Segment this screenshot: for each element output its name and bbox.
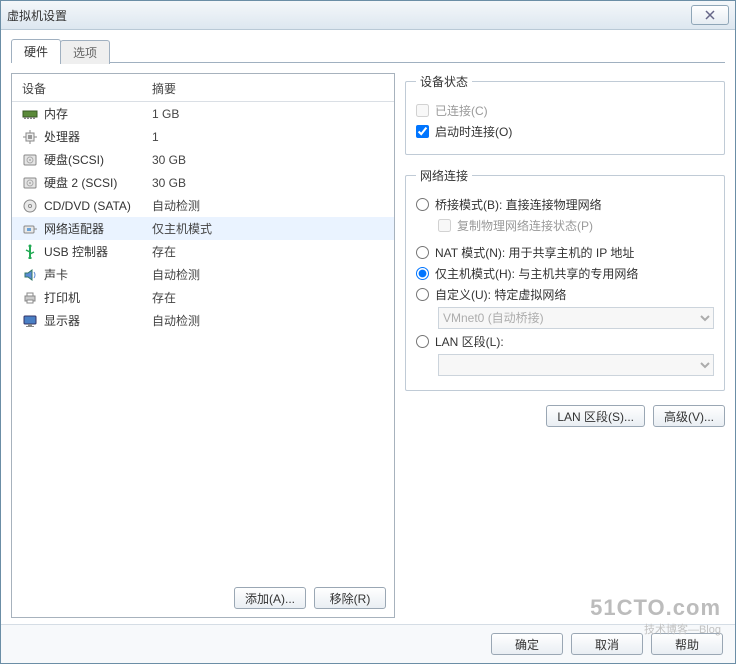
window-title: 虚拟机设置 bbox=[7, 7, 67, 24]
hardware-summary: 自动检测 bbox=[152, 312, 200, 329]
hardware-summary: 自动检测 bbox=[152, 266, 200, 283]
help-button[interactable]: 帮助 bbox=[651, 633, 723, 655]
col-summary: 摘要 bbox=[152, 80, 176, 97]
lan-segment-select bbox=[438, 354, 714, 376]
connect-at-power-on-label: 启动时连接(O) bbox=[435, 123, 512, 140]
lan-segment-label: LAN 区段(L): bbox=[435, 333, 504, 350]
hardware-name: 处理器 bbox=[44, 128, 152, 145]
sound-icon bbox=[22, 267, 38, 283]
printer-icon bbox=[22, 290, 38, 306]
hardware-row-usb[interactable]: USB 控制器存在 bbox=[12, 240, 394, 263]
hardware-name: 显示器 bbox=[44, 312, 152, 329]
cpu-icon bbox=[22, 129, 38, 145]
lan-segments-button[interactable]: LAN 区段(S)... bbox=[546, 405, 645, 427]
hardware-panel: 设备 摘要 内存1 GB处理器1硬盘(SCSI)30 GB硬盘 2 (SCSI)… bbox=[11, 73, 395, 618]
advanced-button[interactable]: 高级(V)... bbox=[653, 405, 725, 427]
close-button[interactable] bbox=[691, 5, 729, 25]
hardware-name: CD/DVD (SATA) bbox=[44, 199, 152, 213]
device-state-legend: 设备状态 bbox=[416, 73, 472, 90]
custom-label: 自定义(U): 特定虚拟网络 bbox=[435, 286, 566, 303]
cd-icon bbox=[22, 198, 38, 214]
hardware-list[interactable]: 内存1 GB处理器1硬盘(SCSI)30 GB硬盘 2 (SCSI)30 GBC… bbox=[12, 102, 394, 579]
ok-button[interactable]: 确定 bbox=[491, 633, 563, 655]
hardware-row-sound[interactable]: 声卡自动检测 bbox=[12, 263, 394, 286]
bridged-label: 桥接模式(B): 直接连接物理网络 bbox=[435, 196, 602, 213]
close-icon bbox=[704, 10, 716, 20]
hardware-name: 打印机 bbox=[44, 289, 152, 306]
custom-radio[interactable] bbox=[416, 288, 429, 301]
hardware-name: USB 控制器 bbox=[44, 243, 152, 260]
device-state-group: 设备状态 已连接(C) 启动时连接(O) bbox=[405, 73, 725, 155]
hardware-summary: 仅主机模式 bbox=[152, 220, 212, 237]
cancel-button[interactable]: 取消 bbox=[571, 633, 643, 655]
replicate-label: 复制物理网络连接状态(P) bbox=[457, 217, 593, 234]
vmnet-select: VMnet0 (自动桥接) bbox=[438, 307, 714, 329]
hardware-name: 硬盘 2 (SCSI) bbox=[44, 174, 152, 191]
net-icon bbox=[22, 221, 38, 237]
hardware-name: 硬盘(SCSI) bbox=[44, 151, 152, 168]
hardware-summary: 30 GB bbox=[152, 153, 186, 167]
hardware-row-net[interactable]: 网络适配器仅主机模式 bbox=[12, 217, 394, 240]
hardware-row-disk[interactable]: 硬盘 2 (SCSI)30 GB bbox=[12, 171, 394, 194]
connected-label: 已连接(C) bbox=[435, 102, 488, 119]
network-connection-legend: 网络连接 bbox=[416, 167, 472, 184]
disk-icon bbox=[22, 175, 38, 191]
hardware-summary: 存在 bbox=[152, 243, 176, 260]
network-connection-group: 网络连接 桥接模式(B): 直接连接物理网络 复制物理网络连接状态(P) NAT… bbox=[405, 167, 725, 391]
memory-icon bbox=[22, 106, 38, 122]
bridged-radio[interactable] bbox=[416, 198, 429, 211]
nat-label: NAT 模式(N): 用于共享主机的 IP 地址 bbox=[435, 244, 634, 261]
dialog-footer: 确定 取消 帮助 bbox=[1, 624, 735, 663]
hardware-row-cd[interactable]: CD/DVD (SATA)自动检测 bbox=[12, 194, 394, 217]
col-device: 设备 bbox=[22, 80, 152, 97]
disk-icon bbox=[22, 152, 38, 168]
tab-hardware[interactable]: 硬件 bbox=[11, 39, 61, 63]
hardware-row-cpu[interactable]: 处理器1 bbox=[12, 125, 394, 148]
remove-button[interactable]: 移除(R) bbox=[314, 587, 386, 609]
tab-options[interactable]: 选项 bbox=[60, 40, 110, 64]
hardware-row-memory[interactable]: 内存1 GB bbox=[12, 102, 394, 125]
connect-at-power-on-checkbox[interactable] bbox=[416, 125, 429, 138]
replicate-checkbox bbox=[438, 219, 451, 232]
hardware-row-disk[interactable]: 硬盘(SCSI)30 GB bbox=[12, 148, 394, 171]
usb-icon bbox=[22, 244, 38, 260]
hardware-summary: 30 GB bbox=[152, 176, 186, 190]
hardware-row-printer[interactable]: 打印机存在 bbox=[12, 286, 394, 309]
add-button[interactable]: 添加(A)... bbox=[234, 587, 306, 609]
hardware-summary: 1 GB bbox=[152, 107, 179, 121]
hardware-name: 声卡 bbox=[44, 266, 152, 283]
hardware-summary: 1 bbox=[152, 130, 159, 144]
titlebar: 虚拟机设置 bbox=[1, 1, 735, 30]
hostonly-label: 仅主机模式(H): 与主机共享的专用网络 bbox=[435, 265, 638, 282]
hardware-summary: 存在 bbox=[152, 289, 176, 306]
lan-segment-radio[interactable] bbox=[416, 335, 429, 348]
hardware-name: 内存 bbox=[44, 105, 152, 122]
tabstrip: 硬件 选项 bbox=[11, 38, 725, 63]
hardware-summary: 自动检测 bbox=[152, 197, 200, 214]
nat-radio[interactable] bbox=[416, 246, 429, 259]
hostonly-radio[interactable] bbox=[416, 267, 429, 280]
hardware-row-display[interactable]: 显示器自动检测 bbox=[12, 309, 394, 332]
hardware-name: 网络适配器 bbox=[44, 220, 152, 237]
connected-checkbox bbox=[416, 104, 429, 117]
display-icon bbox=[22, 313, 38, 329]
hardware-list-header: 设备 摘要 bbox=[12, 74, 394, 102]
